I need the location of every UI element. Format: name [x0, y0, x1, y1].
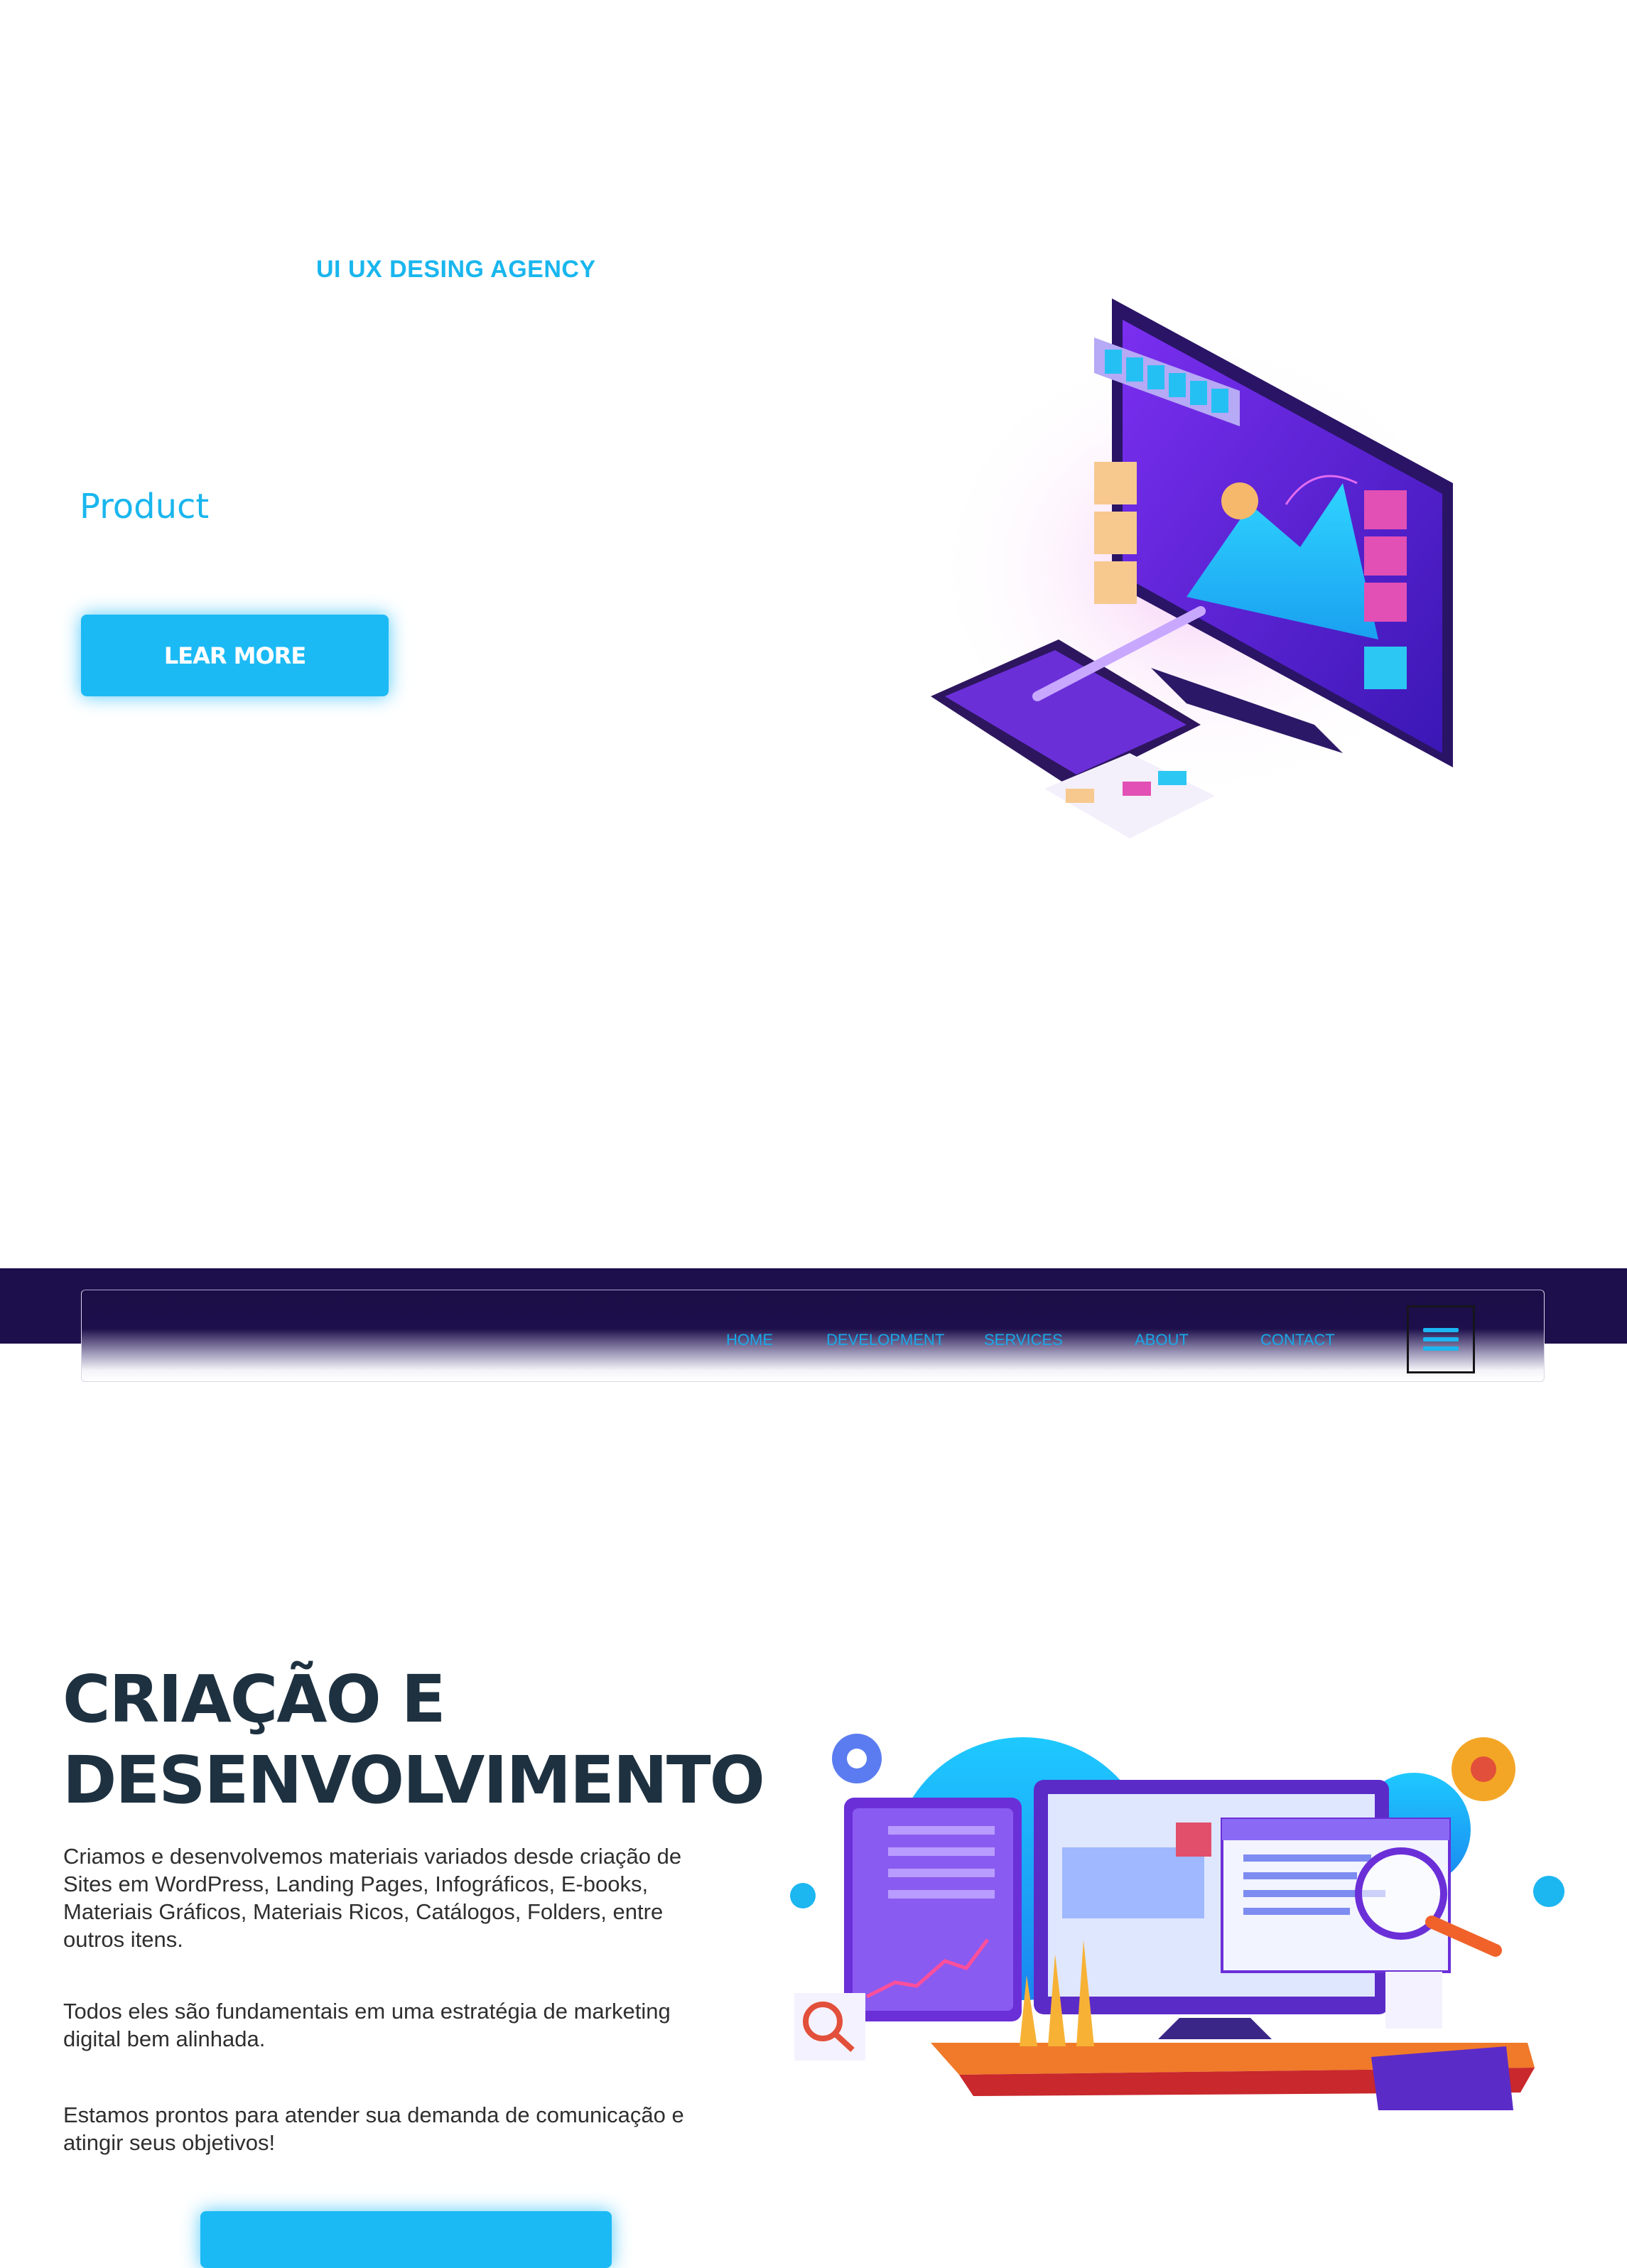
nav-link-services[interactable]: SERVICES — [984, 1331, 1063, 1349]
hamburger-icon — [1423, 1328, 1459, 1332]
section-title: CRIAÇÃO E DESENVOLVIMENTO — [63, 1659, 773, 1821]
isometric-computer-illustration-icon — [931, 298, 1471, 838]
hero-eyebrow: UI UX DESING AGENCY — [316, 256, 596, 283]
web-development-illustration-icon — [790, 1734, 1564, 2110]
nav-link-development[interactable]: DEVELOPMENT — [826, 1331, 944, 1349]
nav-link-contact[interactable]: CONTACT — [1260, 1331, 1335, 1349]
section-button[interactable] — [200, 2211, 612, 2268]
hero-title: Product — [80, 487, 210, 526]
section-title-line2: DESENVOLVIMENTO — [63, 1742, 765, 1818]
nav-link-home[interactable]: HOME — [726, 1331, 773, 1349]
nav-link-about[interactable]: ABOUT — [1135, 1331, 1189, 1349]
hamburger-icon-line — [1423, 1346, 1459, 1351]
section-paragraph-2: Todos eles são fundamentais em uma estra… — [63, 1999, 671, 2051]
section-title-line1: CRIAÇÃO E — [63, 1661, 446, 1737]
section-paragraph-1: Criamos e desenvolvemos materiais variad… — [63, 1844, 682, 1952]
learn-more-button[interactable]: LEAR MORE — [81, 615, 389, 696]
hamburger-icon-line — [1423, 1337, 1459, 1341]
menu-button[interactable] — [1407, 1305, 1475, 1373]
section-paragraph-3: Estamos prontos para atender sua demanda… — [63, 2102, 684, 2155]
